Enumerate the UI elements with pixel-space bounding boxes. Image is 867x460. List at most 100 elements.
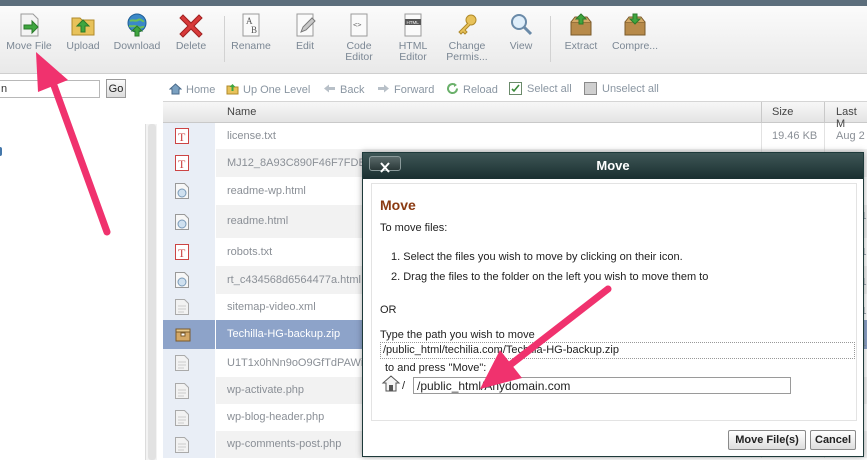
directory-search-input[interactable]: [0, 80, 100, 98]
unselect-all-link[interactable]: Unselect all: [584, 82, 659, 95]
html-file-icon[interactable]: [175, 214, 189, 230]
view-button[interactable]: View: [492, 12, 550, 52]
move-intro-text: To move files:: [380, 222, 448, 234]
svg-text:<>: <>: [353, 21, 361, 29]
file-name[interactable]: wp-comments-post.php: [227, 438, 341, 450]
file-icon-cell[interactable]: [163, 377, 216, 404]
home-link[interactable]: Home: [169, 82, 215, 96]
html-editor-icon: HTML: [404, 13, 422, 37]
file-name[interactable]: MJ12_8A93C890F46F7FDE6: [227, 157, 372, 169]
file-icon-cell[interactable]: T: [163, 149, 216, 177]
unselect-all-checkbox[interactable]: [584, 82, 597, 95]
move-file-icon: [20, 13, 39, 37]
compress-button[interactable]: Compre...: [606, 12, 664, 52]
html-file-icon[interactable]: [175, 183, 189, 199]
edit-icon: [296, 13, 316, 37]
move-file-button[interactable]: Move File: [0, 12, 58, 52]
move-dialog-title: Move: [596, 158, 630, 173]
file-icon-cell[interactable]: [163, 177, 216, 205]
svg-text:T: T: [178, 246, 186, 260]
toolbar: Move File Upload Download Delete A B Ren…: [0, 6, 867, 74]
file-name[interactable]: sitemap-video.xml: [227, 301, 316, 313]
svg-text:HTML: HTML: [407, 20, 420, 25]
select-all-checkbox[interactable]: [509, 82, 522, 95]
move-step-1: 1. Select the files you wish to move by …: [391, 251, 683, 263]
file-icon-cell[interactable]: [163, 431, 216, 458]
file-name[interactable]: license.txt: [227, 130, 276, 142]
type-path-label: Type the path you wish to move: [380, 329, 535, 341]
up-one-level-link[interactable]: Up One Level: [226, 82, 310, 96]
move-heading: Move: [380, 197, 416, 213]
select-all-link[interactable]: Select all: [509, 82, 572, 95]
folder-tree-pane: Go: [0, 74, 160, 460]
download-button[interactable]: Download: [108, 12, 166, 52]
file-icon-cell[interactable]: [163, 404, 216, 431]
file-icon-cell[interactable]: T: [163, 123, 216, 149]
file-icon-cell[interactable]: T: [163, 238, 216, 266]
generic-file-icon[interactable]: [175, 437, 189, 453]
file-name[interactable]: U1T1x0hNn9oO9GfTdPAWiG: [227, 357, 372, 369]
go-button[interactable]: Go: [106, 79, 126, 98]
reload-icon: [447, 83, 459, 95]
html-editor-button[interactable]: HTML HTML Editor: [384, 12, 442, 63]
column-name[interactable]: Name: [227, 106, 256, 118]
dest-prefix: /: [402, 380, 406, 392]
forward-arrow-icon: [378, 84, 389, 93]
generic-file-icon[interactable]: [175, 383, 189, 399]
generic-file-icon[interactable]: [175, 299, 189, 315]
forward-link[interactable]: Forward: [377, 82, 434, 96]
back-link[interactable]: Back: [323, 82, 364, 96]
generic-file-icon[interactable]: [175, 355, 189, 371]
extract-button[interactable]: Extract: [552, 12, 610, 52]
file-name[interactable]: readme.html: [227, 215, 288, 227]
edit-button[interactable]: Edit: [276, 12, 334, 52]
html-file-icon[interactable]: [175, 272, 189, 288]
text-file-icon[interactable]: T: [175, 128, 189, 144]
destination-path-input[interactable]: [413, 377, 791, 394]
table-row[interactable]: Tlicense.txt 19.46 KB Aug 2: [163, 123, 867, 149]
file-name[interactable]: readme-wp.html: [227, 185, 306, 197]
generic-file-icon[interactable]: [175, 410, 189, 426]
folder-tree-marker: [0, 147, 2, 156]
home-icon: [169, 83, 182, 95]
close-dialog-button[interactable]: [369, 156, 401, 173]
permissions-icon: [458, 14, 477, 35]
change-permissions-button[interactable]: Change Permis...: [438, 12, 496, 63]
file-icon-cell[interactable]: [163, 320, 216, 349]
file-icon-cell[interactable]: [163, 349, 216, 377]
file-size: 19.46 KB: [772, 130, 818, 142]
folder-tree-scrollbar[interactable]: [145, 124, 157, 460]
file-name[interactable]: wp-activate.php: [227, 384, 304, 396]
move-dialog-titlebar: Move: [363, 153, 863, 179]
file-icon-cell[interactable]: [163, 205, 216, 238]
navigation-bar: Home Up One Level Back Forward Reload Se…: [163, 79, 867, 101]
file-icon-cell[interactable]: [163, 294, 216, 320]
move-step-2: 2. Drag the files to the folder on the l…: [391, 271, 709, 283]
view-icon: [511, 14, 533, 36]
code-editor-icon: <>: [350, 13, 368, 37]
file-name[interactable]: Techilla-HG-backup.zip: [227, 328, 340, 340]
move-dialog-body: Move To move files: 1. Select the files …: [371, 183, 857, 421]
file-icon-cell[interactable]: [163, 266, 216, 294]
move-dialog-footer: Move File(s) Cancel: [363, 422, 863, 456]
reload-link[interactable]: Reload: [446, 82, 498, 96]
cancel-button[interactable]: Cancel: [810, 430, 856, 450]
column-size[interactable]: Size: [772, 106, 793, 118]
file-name[interactable]: robots.txt: [227, 246, 272, 258]
file-name[interactable]: rt_c434568d6564477a.html: [227, 274, 361, 286]
toolbar-separator: [550, 16, 551, 62]
move-files-button[interactable]: Move File(s): [728, 430, 806, 450]
up-level-icon: [226, 84, 239, 95]
rename-button[interactable]: A B Rename: [222, 12, 280, 52]
text-file-icon[interactable]: T: [175, 244, 189, 260]
delete-button[interactable]: Delete: [162, 12, 220, 52]
svg-text:T: T: [178, 130, 186, 144]
compress-icon: [624, 13, 646, 36]
svg-text:B: B: [251, 25, 257, 35]
delete-icon: [179, 14, 203, 38]
code-editor-button[interactable]: <> Code Editor: [330, 12, 388, 63]
upload-button[interactable]: Upload: [54, 12, 112, 52]
text-file-icon[interactable]: T: [175, 155, 189, 171]
archive-file-icon[interactable]: [175, 327, 191, 343]
file-name[interactable]: wp-blog-header.php: [227, 411, 324, 423]
